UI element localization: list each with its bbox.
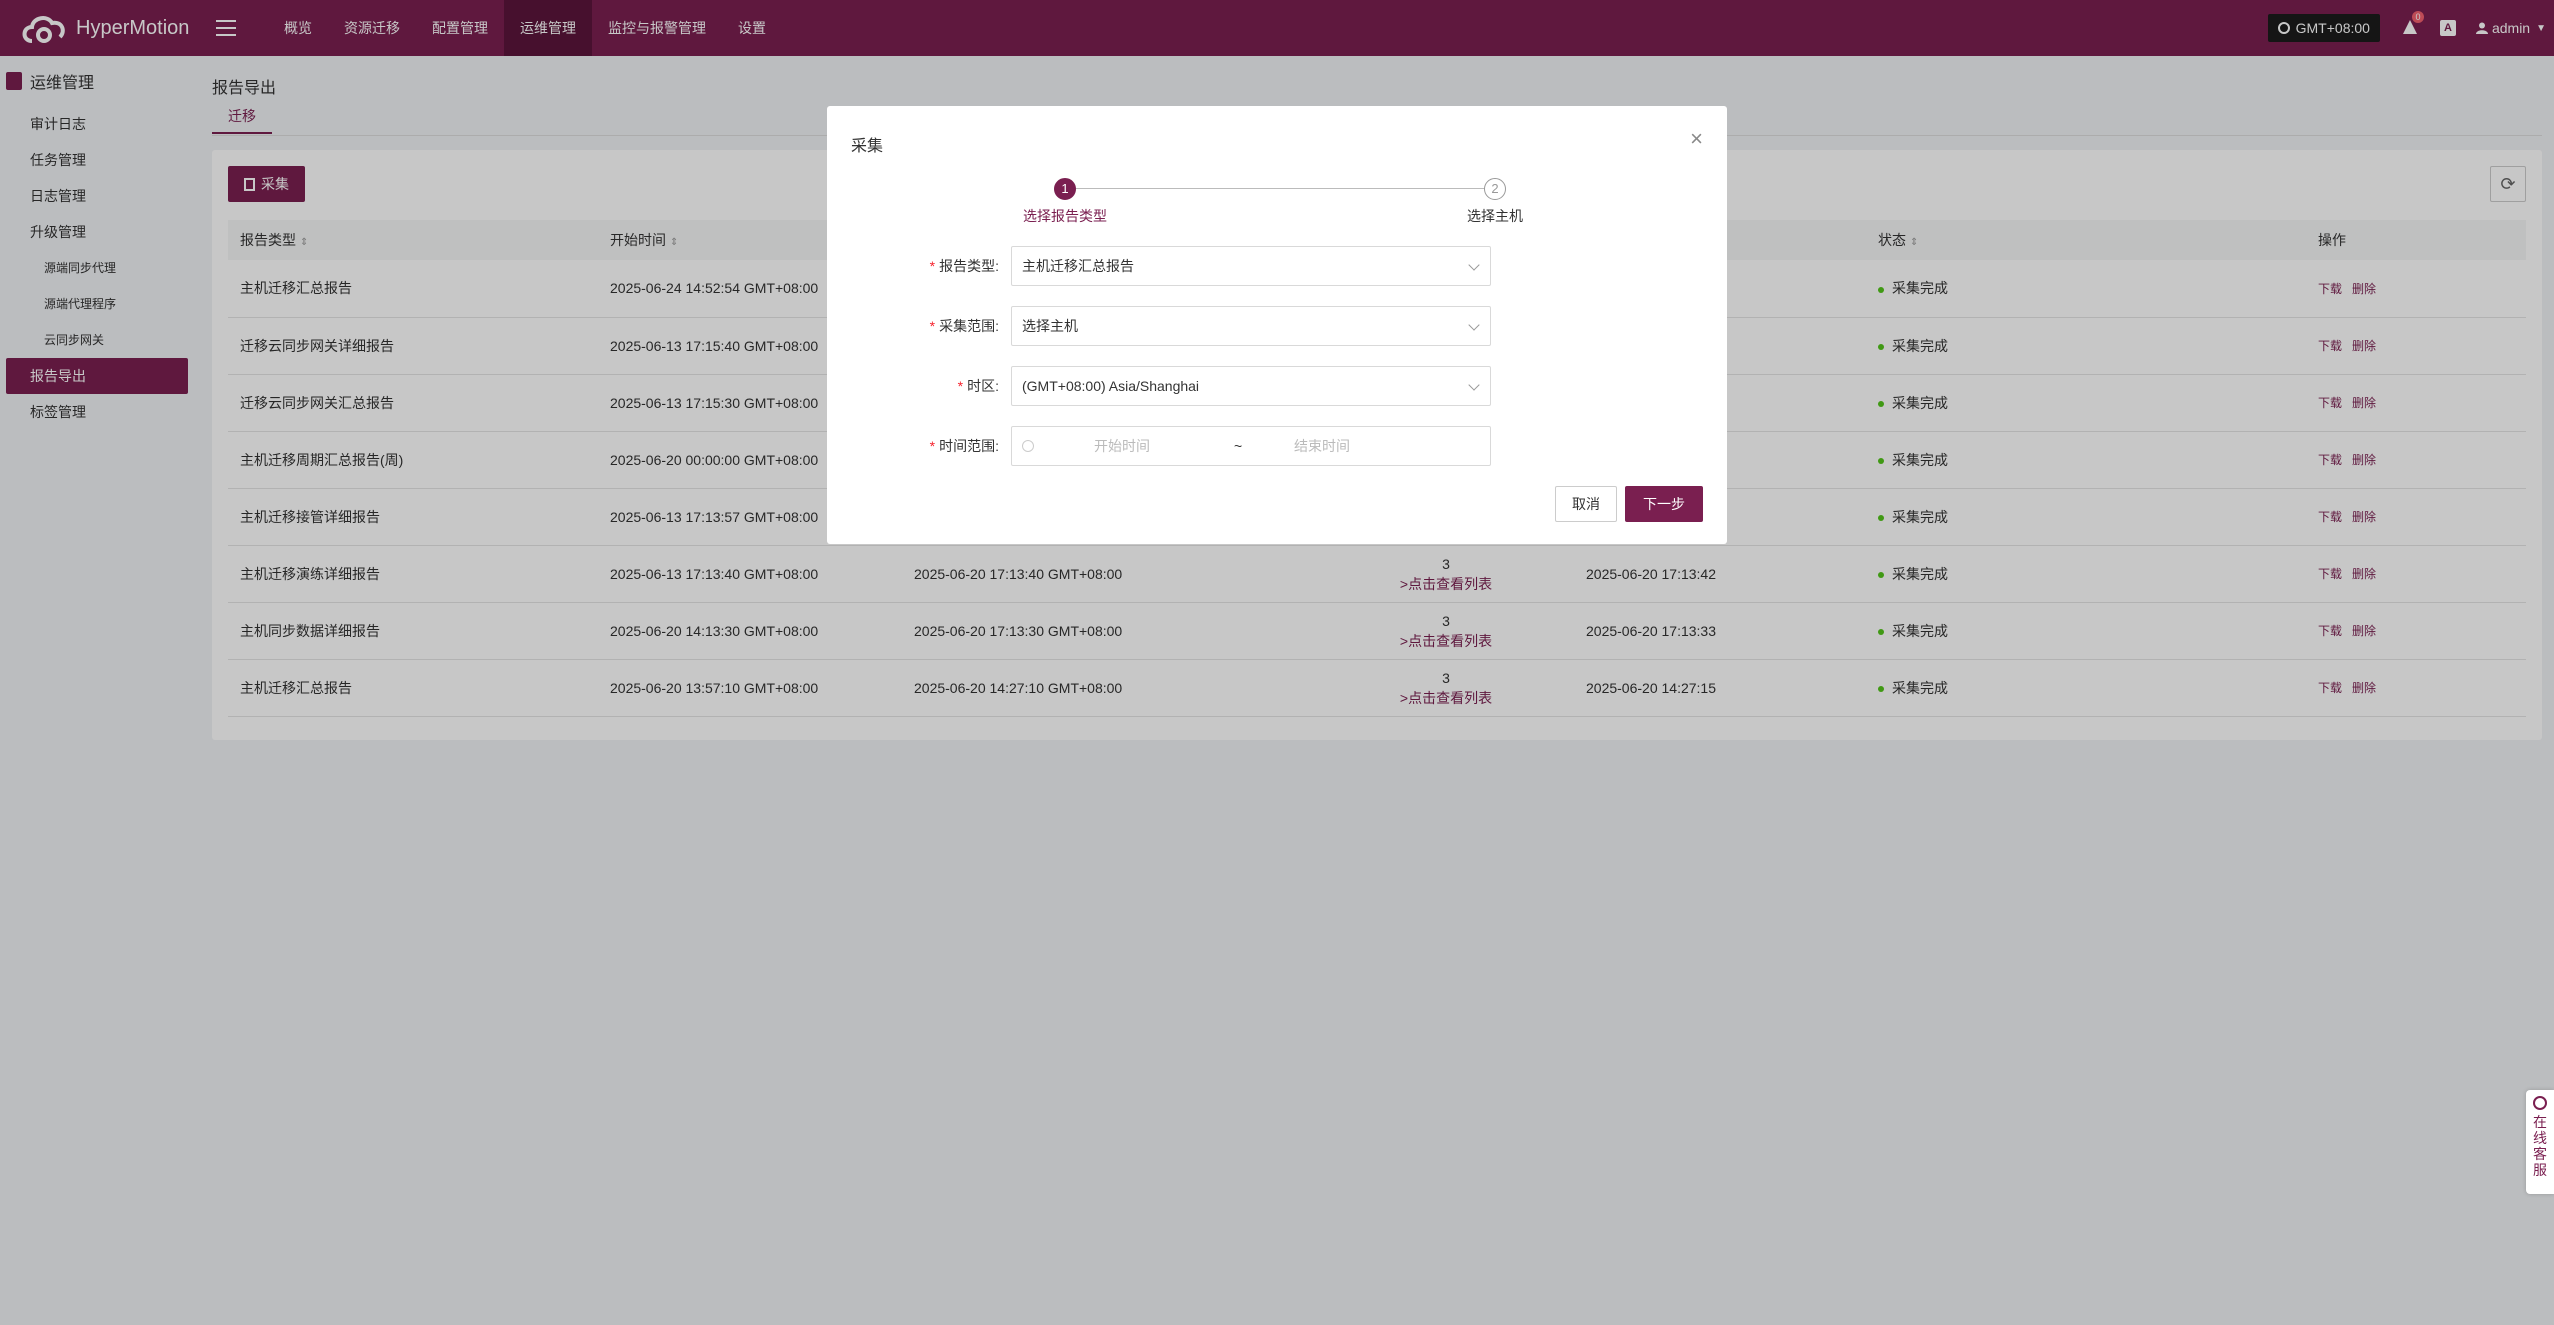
chevron-down-icon	[1468, 319, 1480, 331]
scope-label: 采集范围:	[939, 318, 999, 334]
scope-select[interactable]: 选择主机	[1011, 306, 1491, 346]
chevron-down-icon	[1468, 379, 1480, 391]
report-type-label: 报告类型:	[939, 258, 999, 274]
start-time-placeholder[interactable]: 开始时间	[1094, 436, 1234, 456]
headset-icon	[2533, 1096, 2547, 1110]
report-type-row: * 报告类型: 主机迁移汇总报告	[827, 246, 1727, 286]
step-2: 2 选择主机	[1467, 178, 1523, 226]
dialog-footer: 取消 下一步	[1555, 486, 1703, 522]
step-2-label: 选择主机	[1467, 208, 1523, 224]
steps: 1 选择报告类型 2 选择主机	[1023, 178, 1523, 238]
time-range-picker[interactable]: 开始时间 ~ 结束时间	[1011, 426, 1491, 466]
cancel-button[interactable]: 取消	[1555, 486, 1617, 522]
timezone-select[interactable]: (GMT+08:00) Asia/Shanghai	[1011, 366, 1491, 406]
online-service-button[interactable]: 在线客服	[2526, 1090, 2554, 1194]
step-2-number: 2	[1484, 178, 1506, 200]
online-service-label: 在线客服	[2533, 1114, 2547, 1178]
collect-dialog: 采集 × 1 选择报告类型 2 选择主机 * 报告类型: 主机迁移汇总报告 * 采集…	[827, 106, 1727, 544]
range-separator: ~	[1234, 438, 1243, 454]
timezone-row: * 时区: (GMT+08:00) Asia/Shanghai	[827, 366, 1727, 406]
step-connector	[1065, 188, 1493, 189]
step-1: 1 选择报告类型	[1023, 178, 1107, 226]
chevron-down-icon	[1468, 259, 1480, 271]
time-range-row: * 时间范围: 开始时间 ~ 结束时间	[827, 426, 1727, 466]
step-1-label: 选择报告类型	[1023, 208, 1107, 224]
dialog-title: 采集	[851, 138, 884, 155]
end-time-placeholder[interactable]: 结束时间	[1294, 436, 1350, 456]
time-range-label: 时间范围:	[939, 438, 999, 454]
clock-icon	[1022, 440, 1034, 452]
timezone-label: 时区:	[967, 378, 999, 394]
scope-row: * 采集范围: 选择主机	[827, 306, 1727, 346]
close-icon[interactable]: ×	[1690, 126, 1703, 152]
report-type-select[interactable]: 主机迁移汇总报告	[1011, 246, 1491, 286]
step-1-number: 1	[1054, 178, 1076, 200]
next-button[interactable]: 下一步	[1625, 486, 1703, 522]
